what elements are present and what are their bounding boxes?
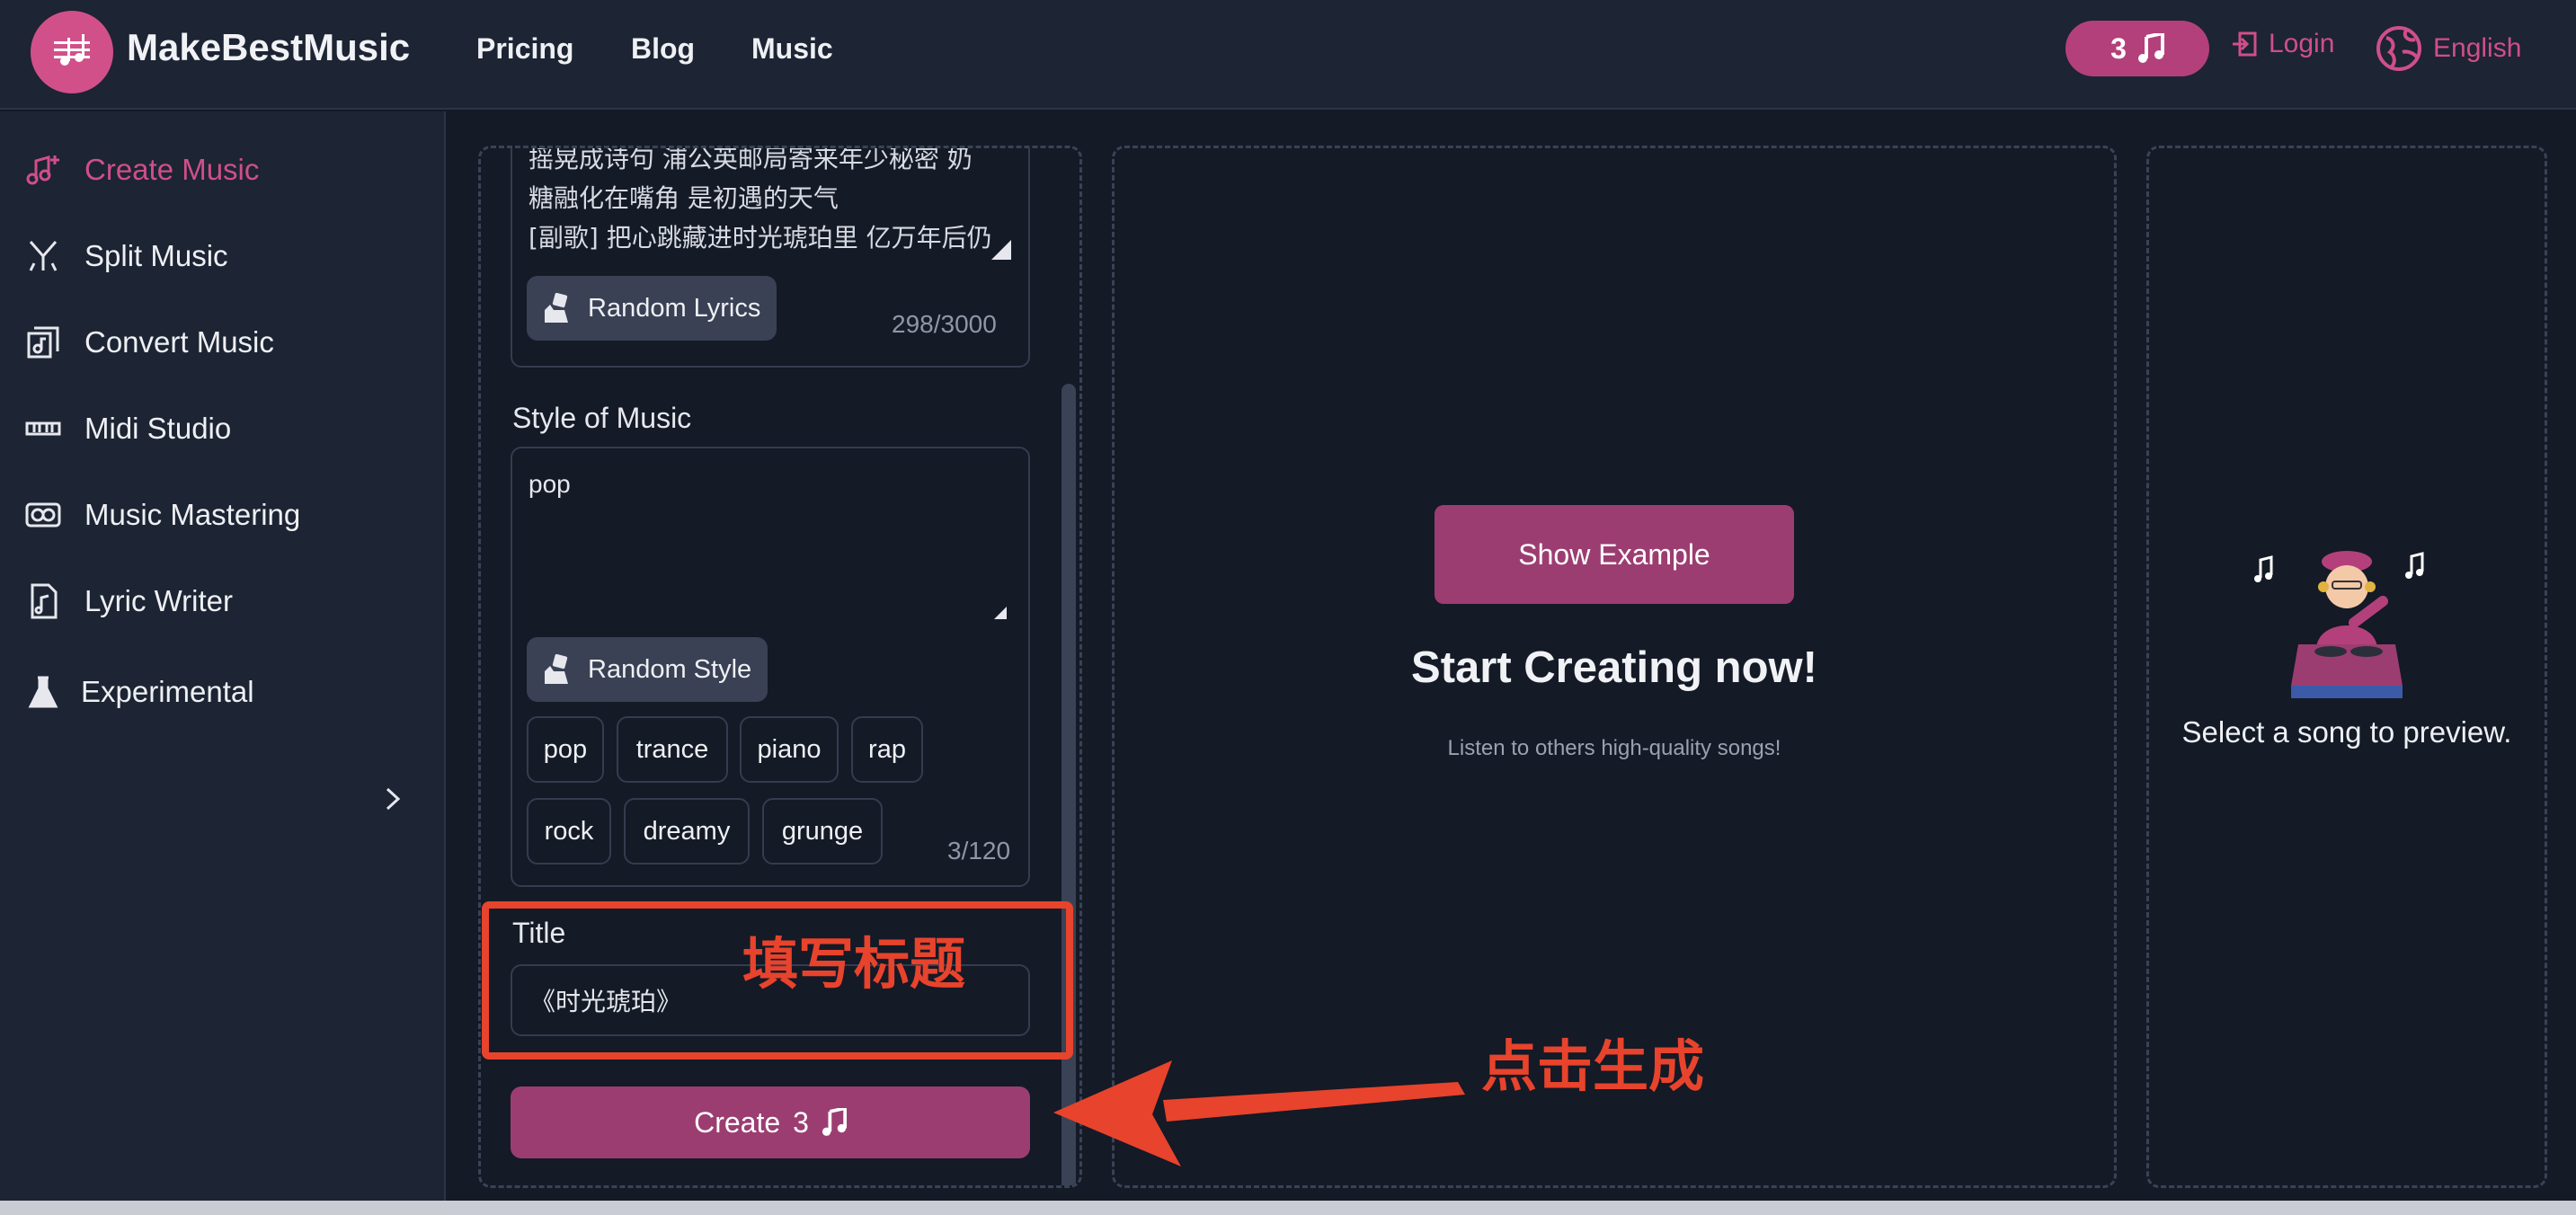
flask-icon xyxy=(28,676,58,708)
dj-illustration-icon xyxy=(2254,551,2424,698)
style-tag-dreamy[interactable]: dreamy xyxy=(624,798,750,865)
lyrics-text: 摇晃成诗句 浦公英邮局寄来年少秘密 奶 糖融化在嘴角 是初遇的天气 [副歌] 把… xyxy=(529,146,992,253)
create-button[interactable]: Create 3 xyxy=(511,1086,1030,1158)
style-tag-grunge[interactable]: grunge xyxy=(762,798,883,865)
top-header: MakeBestMusic Pricing Blog Music 3 Login… xyxy=(0,0,2576,110)
lyrics-textarea[interactable]: 摇晃成诗句 浦公英邮局寄来年少秘密 奶 糖融化在嘴角 是初遇的天气 [副歌] 把… xyxy=(511,146,1030,368)
sidebar-item-music-mastering[interactable]: Music Mastering xyxy=(25,497,300,533)
bottom-edge-strip xyxy=(0,1201,2576,1215)
random-style-button[interactable]: Random Style xyxy=(527,637,768,702)
music-plus-icon xyxy=(26,155,59,185)
language-label: English xyxy=(2433,33,2522,63)
mastering-icon xyxy=(25,502,61,528)
random-lyrics-button[interactable]: Random Lyrics xyxy=(527,276,777,341)
show-example-button[interactable]: Show Example xyxy=(1435,505,1794,604)
random-lyrics-label: Random Lyrics xyxy=(588,293,761,323)
music-note-icon xyxy=(822,1108,847,1136)
lyrics-counter: 298/3000 xyxy=(892,310,997,338)
sidebar-item-label: Midi Studio xyxy=(84,412,232,445)
create-cost: 3 xyxy=(793,1105,809,1139)
nav-blog[interactable]: Blog xyxy=(631,32,695,66)
sidebar-item-label: Create Music xyxy=(84,153,260,186)
style-tag-piano[interactable]: piano xyxy=(740,716,839,783)
style-tag-rap[interactable]: rap xyxy=(851,716,923,783)
resize-handle[interactable] xyxy=(994,607,1007,619)
sidebar-item-label: Convert Music xyxy=(84,325,274,359)
sidebar-item-convert-music[interactable]: Convert Music xyxy=(25,324,274,360)
red-arrow-icon xyxy=(1053,1060,1465,1166)
brand-name[interactable]: MakeBestMusic xyxy=(127,26,410,69)
start-subtext: Listen to others high-quality songs! xyxy=(1447,736,1781,760)
lyric-icon xyxy=(31,583,58,619)
chevron-right-icon[interactable] xyxy=(382,785,404,812)
annotation-create-note: 点击生成 xyxy=(1481,1033,1705,1099)
style-counter: 3/120 xyxy=(947,837,1011,865)
login-button[interactable]: Login xyxy=(2231,29,2334,59)
convert-icon xyxy=(27,326,59,359)
style-tag-rock[interactable]: rock xyxy=(527,798,611,865)
sidebar-item-create-music[interactable]: Create Music xyxy=(25,152,259,188)
midi-icon xyxy=(25,421,61,436)
nav-pricing[interactable]: Pricing xyxy=(476,32,573,66)
random-style-label: Random Style xyxy=(588,654,752,684)
sidebar-item-label: Music Mastering xyxy=(84,498,301,531)
music-logo-icon xyxy=(54,34,90,66)
credits-count: 3 xyxy=(2110,31,2127,65)
style-tag-pop[interactable]: pop xyxy=(527,716,604,783)
sidebar-item-lyric-writer[interactable]: Lyric Writer xyxy=(25,583,233,619)
sidebar: Create Music Split Music Convert Music M… xyxy=(0,111,446,1215)
sidebar-item-label: Split Music xyxy=(84,239,228,272)
sidebar-item-midi-studio[interactable]: Midi Studio xyxy=(25,411,231,447)
dice-hand-icon xyxy=(545,653,568,684)
globe-icon xyxy=(2376,26,2421,71)
credits-badge[interactable]: 3 xyxy=(2065,21,2209,76)
language-selector[interactable]: English xyxy=(2376,25,2521,72)
style-label: Style of Music xyxy=(512,402,692,434)
style-textarea[interactable]: pop Random Style pop trance piano rap ro… xyxy=(511,447,1030,887)
style-tag-trance[interactable]: trance xyxy=(617,716,728,783)
create-label: Create xyxy=(694,1105,781,1139)
start-heading: Start Creating now! xyxy=(1411,643,1817,692)
sidebar-item-experimental[interactable]: Experimental xyxy=(25,674,254,710)
sidebar-item-label: Lyric Writer xyxy=(84,584,233,617)
brand-logo[interactable] xyxy=(31,11,113,93)
preview-panel: Select a song to preview. xyxy=(2146,146,2547,1188)
sidebar-item-label: Experimental xyxy=(81,675,254,708)
annotation-title-note: 填写标题 xyxy=(742,931,966,997)
dice-hand-icon xyxy=(545,292,568,323)
sidebar-item-split-music[interactable]: Split Music xyxy=(25,238,228,274)
login-icon xyxy=(2233,31,2257,57)
login-label: Login xyxy=(2269,29,2335,58)
music-note-icon xyxy=(2137,33,2164,63)
style-value: pop xyxy=(529,470,571,498)
preview-text: Select a song to preview. xyxy=(2181,715,2512,749)
nav-music[interactable]: Music xyxy=(751,32,833,66)
split-icon xyxy=(29,241,58,271)
